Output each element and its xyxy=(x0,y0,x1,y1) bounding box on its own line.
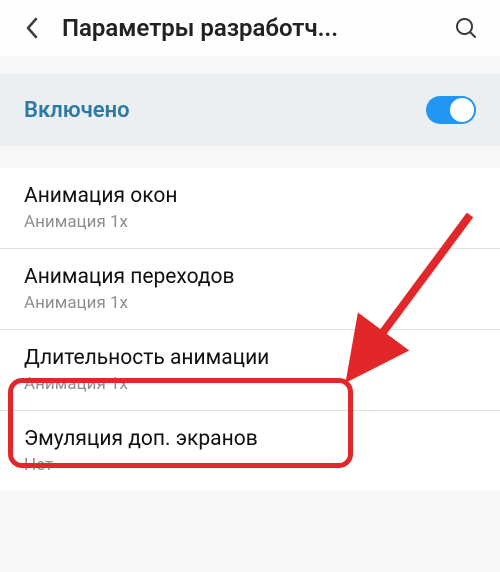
setting-transition-animation[interactable]: Анимация переходов Анимация 1x xyxy=(0,248,500,329)
setting-title: Длительность анимации xyxy=(24,346,476,370)
app-header: Параметры разработч... xyxy=(0,0,500,56)
setting-value: Анимация 1x xyxy=(24,293,476,313)
setting-secondary-displays[interactable]: Эмуляция доп. экранов Нет xyxy=(0,410,500,491)
setting-title: Анимация окон xyxy=(24,184,476,208)
chevron-left-icon xyxy=(25,17,39,39)
master-toggle-row[interactable]: Включено xyxy=(0,74,500,146)
setting-animator-duration[interactable]: Длительность анимации Анимация 1x xyxy=(0,329,500,410)
master-toggle-switch[interactable] xyxy=(426,96,476,124)
settings-list: Анимация окон Анимация 1x Анимация перех… xyxy=(0,168,500,491)
setting-value: Анимация 1x xyxy=(24,212,476,232)
setting-title: Анимация переходов xyxy=(24,265,476,289)
master-toggle-label: Включено xyxy=(24,98,130,123)
page-title: Параметры разработч... xyxy=(62,14,440,42)
setting-title: Эмуляция доп. экранов xyxy=(24,427,476,451)
setting-window-animation[interactable]: Анимация окон Анимация 1x xyxy=(0,168,500,248)
search-button[interactable] xyxy=(452,14,480,42)
search-icon xyxy=(454,16,478,40)
back-button[interactable] xyxy=(20,16,44,40)
setting-value: Нет xyxy=(24,455,476,475)
toggle-knob xyxy=(450,98,474,122)
setting-value: Анимация 1x xyxy=(24,374,476,394)
